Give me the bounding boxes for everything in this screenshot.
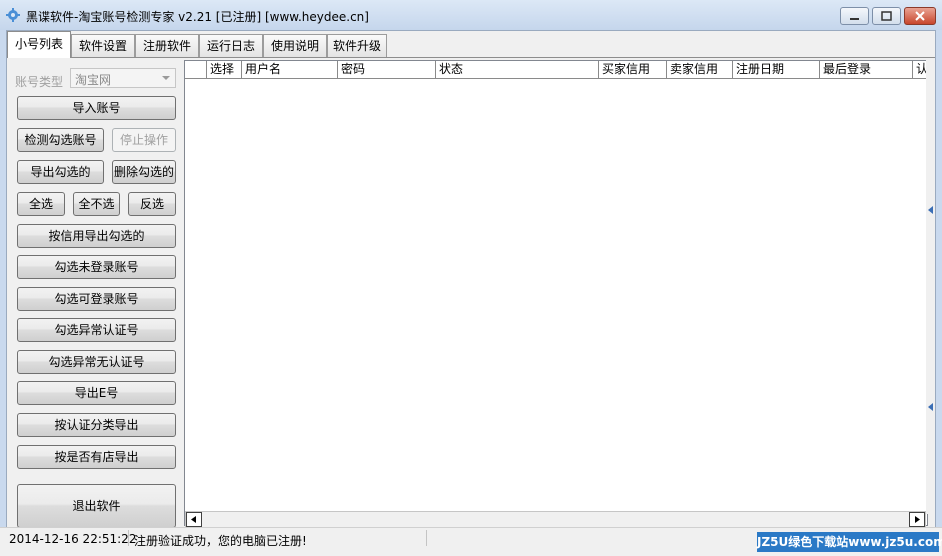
select-all-button[interactable]: 全选 bbox=[17, 192, 65, 216]
export-selected-button[interactable]: 导出勾选的 bbox=[17, 160, 104, 184]
column-header-seller-credit[interactable]: 卖家信用 bbox=[667, 61, 733, 79]
app-gear-icon bbox=[6, 8, 20, 22]
account-list-panel: 账号类型 淘宝网 导入账号 检测勾选账号 停止操作 导出勾选的 删除勾选的 全选… bbox=[7, 57, 935, 528]
client-area: 小号列表 软件设置 注册软件 运行日志 使用说明 软件升级 账号类型 淘宝网 导… bbox=[6, 30, 936, 528]
maximize-button[interactable] bbox=[872, 7, 901, 25]
account-type-value: 淘宝网 bbox=[75, 73, 112, 87]
import-accounts-button[interactable]: 导入账号 bbox=[17, 96, 176, 120]
horizontal-scrollbar[interactable] bbox=[185, 511, 926, 528]
arrow-right-icon bbox=[915, 516, 920, 523]
grid-header: 选择 用户名 密码 状态 买家信用 卖家信用 注册日期 最后登录 认 bbox=[185, 61, 927, 79]
export-by-shop-button[interactable]: 按是否有店导出 bbox=[17, 445, 176, 469]
column-header-username[interactable]: 用户名 bbox=[242, 61, 338, 79]
account-type-select[interactable]: 淘宝网 bbox=[70, 68, 176, 88]
export-by-credit-button[interactable]: 按信用导出勾选的 bbox=[17, 224, 176, 248]
status-separator bbox=[128, 530, 129, 546]
title-bar[interactable]: 黑谍软件-淘宝账号检测专家 v2.21 [已注册] [www.heydee.cn… bbox=[0, 0, 942, 30]
stop-operation-button[interactable]: 停止操作 bbox=[112, 128, 176, 152]
arrow-left-icon bbox=[928, 206, 933, 214]
column-header-row-marker[interactable] bbox=[185, 61, 207, 79]
watermark-banner: JZ5U绿色下载站www.jz5u.com bbox=[757, 532, 942, 552]
invert-selection-button[interactable]: 反选 bbox=[128, 192, 176, 216]
export-e-accounts-button[interactable]: 导出E号 bbox=[17, 381, 176, 405]
select-abnormal-nocert-button[interactable]: 勾选异常无认证号 bbox=[17, 350, 176, 374]
close-button[interactable] bbox=[904, 7, 936, 25]
tab-register[interactable]: 注册软件 bbox=[135, 34, 199, 57]
export-by-cert-button[interactable]: 按认证分类导出 bbox=[17, 413, 176, 437]
select-not-logged-button[interactable]: 勾选未登录账号 bbox=[17, 255, 176, 279]
delete-selected-button[interactable]: 删除勾选的 bbox=[112, 160, 176, 184]
column-header-buyer-credit[interactable]: 买家信用 bbox=[599, 61, 667, 79]
status-time: 2014-12-16 22:51:22 bbox=[9, 532, 137, 546]
scroll-right-button[interactable] bbox=[909, 512, 925, 527]
close-icon bbox=[915, 11, 925, 21]
vertical-scrollbar[interactable] bbox=[926, 60, 935, 514]
arrow-left-icon bbox=[928, 403, 933, 411]
minimize-button[interactable] bbox=[840, 7, 869, 25]
chevron-down-icon bbox=[162, 76, 170, 80]
tab-upgrade[interactable]: 软件升级 bbox=[327, 34, 387, 57]
status-separator bbox=[426, 530, 427, 546]
column-header-select[interactable]: 选择 bbox=[207, 61, 242, 79]
window-title: 黑谍软件-淘宝账号检测专家 v2.21 [已注册] [www.heydee.cn… bbox=[26, 10, 369, 24]
maximize-icon bbox=[881, 11, 892, 21]
tab-instructions[interactable]: 使用说明 bbox=[263, 34, 327, 57]
account-type-label: 账号类型 bbox=[15, 75, 64, 89]
account-grid[interactable]: 选择 用户名 密码 状态 买家信用 卖家信用 注册日期 最后登录 认 bbox=[184, 60, 928, 526]
column-header-register-date[interactable]: 注册日期 bbox=[733, 61, 820, 79]
check-selected-button[interactable]: 检测勾选账号 bbox=[17, 128, 104, 152]
tab-account-list[interactable]: 小号列表 bbox=[7, 31, 71, 58]
column-header-status[interactable]: 状态 bbox=[436, 61, 599, 79]
column-header-password[interactable]: 密码 bbox=[338, 61, 436, 79]
tab-run-log[interactable]: 运行日志 bbox=[199, 34, 263, 57]
select-loginable-button[interactable]: 勾选可登录账号 bbox=[17, 287, 176, 311]
exit-button[interactable]: 退出软件 bbox=[17, 484, 176, 528]
scroll-left-button[interactable] bbox=[186, 512, 202, 527]
select-abnormal-cert-button[interactable]: 勾选异常认证号 bbox=[17, 318, 176, 342]
column-header-last-login[interactable]: 最后登录 bbox=[820, 61, 913, 79]
arrow-left-icon bbox=[191, 516, 196, 523]
tab-software-settings[interactable]: 软件设置 bbox=[71, 34, 135, 57]
status-message: 注册验证成功，您的电脑已注册! bbox=[134, 534, 307, 548]
select-none-button[interactable]: 全不选 bbox=[73, 192, 120, 216]
minimize-icon bbox=[850, 18, 859, 20]
